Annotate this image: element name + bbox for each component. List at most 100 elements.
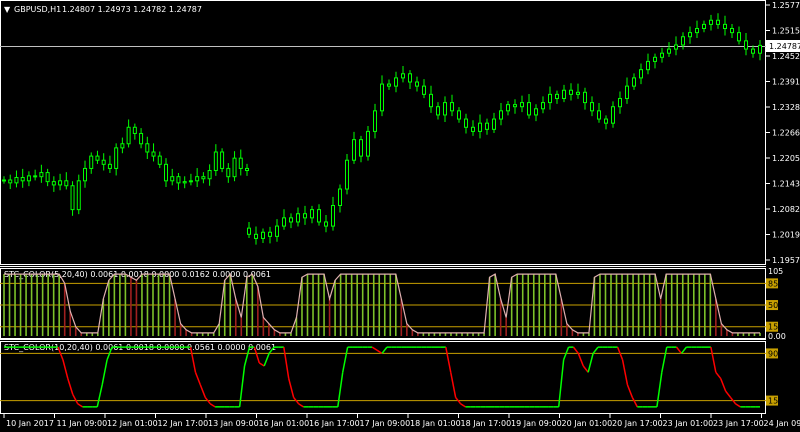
time-tick-label: 19 Jan 09:00: [511, 419, 562, 428]
candle-body: [226, 167, 231, 178]
indicator1-axis: 105 85 50 150.00: [766, 267, 786, 341]
time-tick-label: 16 Jan 01:00: [259, 419, 310, 428]
indicator2-level-label: 15: [768, 397, 778, 406]
candle-body: [345, 159, 349, 190]
candle-body: [151, 151, 156, 157]
indicator2-segment: [298, 403, 304, 408]
candlestick-series: [2, 13, 762, 245]
candle-body: [157, 155, 162, 165]
candle-body: [590, 102, 594, 112]
candle-body: [70, 185, 75, 211]
candle-body: [296, 213, 300, 223]
candle-body: [213, 151, 218, 172]
indicator2-segment: [557, 359, 565, 407]
time-tick-label: 24 Jan 09:00: [764, 419, 800, 428]
candle-body: [139, 132, 144, 145]
candle-body: [275, 225, 279, 237]
time-tick-label: 12 Jan 01:00: [107, 419, 158, 428]
price-tick-label: 1.19576: [772, 256, 800, 265]
candle-body: [499, 110, 503, 120]
candle-body: [107, 163, 112, 169]
candle-body: [716, 19, 720, 25]
price-tick-label: 1.21436: [772, 180, 800, 189]
candle-body: [45, 172, 50, 183]
candle-body: [170, 176, 175, 182]
time-tick-label: 11 Jan 09:00: [57, 419, 108, 428]
candle-body: [380, 83, 384, 112]
candle-body: [485, 122, 489, 130]
candle-body: [20, 177, 25, 182]
candle-body: [751, 48, 755, 54]
candle-body: [632, 77, 636, 87]
candle-body: [126, 126, 131, 145]
indicator2-segment: [656, 372, 663, 407]
candle-body: [33, 175, 38, 178]
time-axis[interactable]: 10 Jan 2017 11 Jan 09:00 12 Jan 01:00 12 Ja…: [3, 414, 800, 428]
candle-body: [120, 143, 125, 149]
candle-body: [76, 180, 81, 211]
price-tick-label: 1.25156: [772, 27, 800, 36]
time-tick-label: 23 Jan 01:00: [663, 419, 714, 428]
candle-body: [415, 81, 419, 87]
candle-body: [164, 163, 168, 182]
candle-body: [492, 118, 496, 130]
price-tick-label: 1.25771: [772, 1, 800, 10]
candle-body: [26, 175, 31, 182]
candle-body: [261, 231, 265, 239]
candle-body: [188, 180, 193, 183]
candle-body: [331, 205, 335, 227]
current-price-tag-label: 1.24787: [769, 42, 800, 51]
time-tick-label: 13 Jan 09:00: [208, 419, 259, 428]
price-tick-label: 1.22666: [772, 129, 800, 138]
indicator2-segment: [263, 353, 270, 367]
indicator2-segment: [449, 372, 457, 398]
candle-body: [611, 106, 615, 124]
indicator2-segment: [72, 393, 79, 405]
candle-body: [207, 170, 212, 180]
candle-body: [541, 102, 545, 110]
candle-body: [201, 176, 206, 180]
candle-body: [366, 130, 370, 157]
indicator1-level-label: 0.00: [768, 332, 786, 341]
candle-body: [597, 110, 601, 120]
indicator1-level-label: 15: [768, 323, 778, 332]
indicator2-segment: [62, 359, 69, 379]
candle-body: [101, 159, 106, 165]
candle-body: [737, 32, 741, 42]
candle-body: [513, 104, 517, 108]
indicator2-segment: [371, 346, 378, 351]
price-tick-label: 1.20821: [772, 205, 800, 214]
candle-body: [220, 151, 225, 169]
trading-chart[interactable]: ▼ GBPUSD,H1 1.24807 1.24973 1.24782 1.24…: [0, 0, 800, 432]
indicator2-segment: [725, 390, 732, 398]
candle-body: [758, 44, 762, 54]
candle-body: [548, 93, 552, 104]
candle-body: [443, 102, 447, 116]
indicator2-segment: [587, 353, 594, 373]
candle-body: [450, 102, 454, 112]
indicator1-frame: [0, 268, 766, 339]
indicator2-segment: [626, 384, 634, 398]
indicator2-segment: [209, 403, 216, 408]
price-tick-label: 1.22051: [772, 154, 800, 163]
candle-body: [338, 188, 342, 207]
candle-body: [14, 177, 19, 184]
indicator2-segment: [680, 346, 687, 354]
indicator2-segment: [199, 384, 206, 398]
candle-body: [352, 139, 356, 161]
price-tick-label: 1.23281: [772, 103, 800, 112]
candle-body: [238, 157, 243, 169]
candle-body: [429, 93, 433, 108]
candle-body: [232, 157, 237, 178]
candle-body: [394, 77, 398, 87]
candle-body: [51, 181, 56, 186]
indicator2-segment: [582, 365, 589, 373]
symbol-dropdown-icon[interactable]: ▼: [4, 5, 11, 14]
candle-body: [478, 122, 482, 132]
candle-body: [245, 167, 249, 172]
candle-body: [83, 167, 87, 182]
candle-body: [89, 155, 94, 169]
indicator2-segment: [460, 403, 466, 408]
candle-body: [114, 147, 119, 169]
candle-body: [464, 118, 468, 128]
